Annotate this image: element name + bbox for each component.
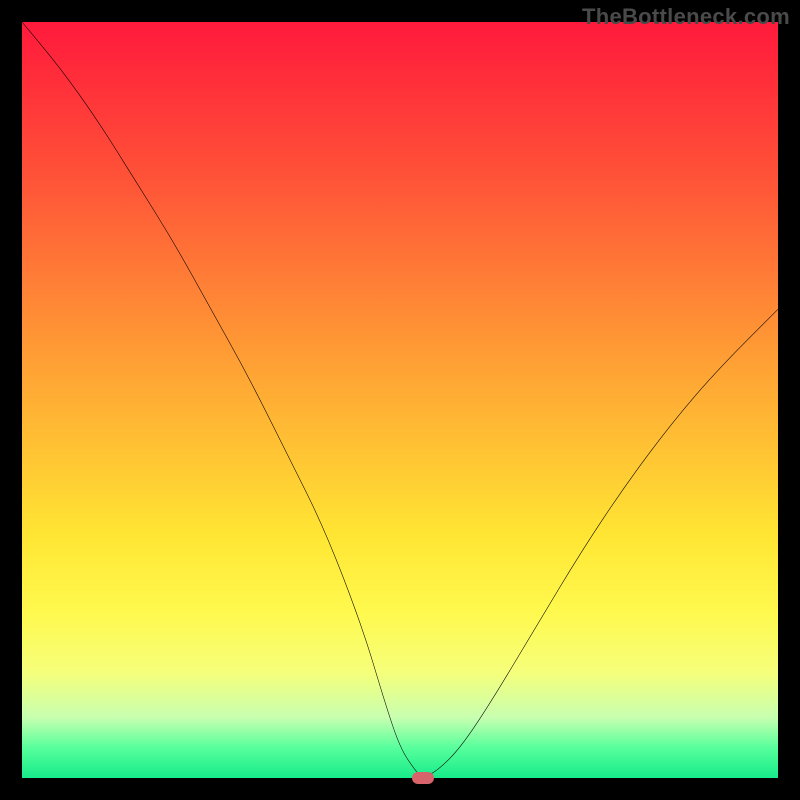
chart-frame: TheBottleneck.com [0,0,800,800]
plot-area [22,22,778,778]
optimal-marker [412,772,434,784]
bottleneck-curve [22,22,778,778]
watermark-text: TheBottleneck.com [582,4,790,30]
